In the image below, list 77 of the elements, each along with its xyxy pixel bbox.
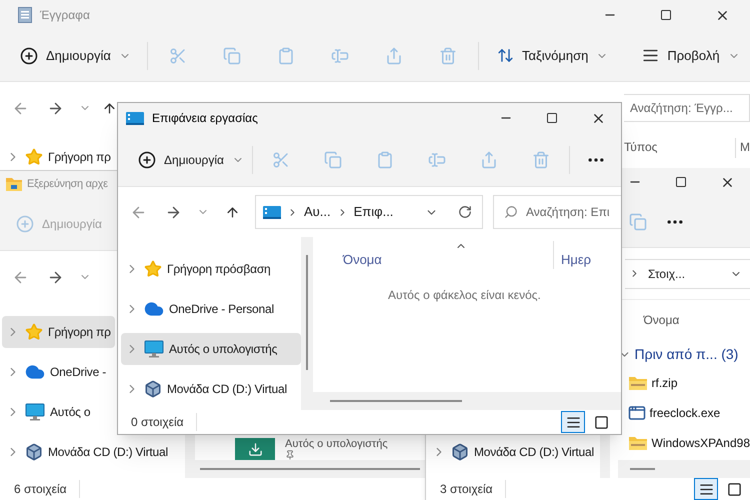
empty-folder-message: Αυτός ο φάκελος είναι κενός. — [388, 288, 541, 302]
refresh-icon[interactable] — [458, 205, 472, 219]
address-field[interactable]: Στοιχ... — [625, 258, 750, 288]
cube-icon — [451, 443, 469, 461]
address-field[interactable]: Αυ... Επιφ... — [255, 195, 483, 229]
plus-circle-icon — [16, 214, 34, 232]
pin-icon — [285, 450, 295, 460]
scrollbar-thumb[interactable] — [200, 468, 420, 470]
status-text: 3 στοιχεία — [440, 480, 506, 498]
status-text: 6 στοιχεία — [14, 480, 80, 498]
column-header[interactable]: Όνομα — [313, 237, 553, 273]
scrollbar-track — [600, 435, 610, 478]
nav-tree-item[interactable]: Γρήγορη πρ — [2, 147, 115, 167]
window-title: Επιφάνεια εργασίας — [152, 110, 258, 127]
nav-tree-item[interactable]: Γρήγορη πρ — [2, 316, 115, 348]
square-icon — [594, 414, 608, 430]
list-lines-icon — [698, 482, 714, 496]
square-icon — [726, 482, 742, 496]
maximize-icon[interactable] — [660, 9, 672, 21]
download-tile[interactable] — [235, 438, 275, 460]
breadcrumb[interactable]: Αυ... — [304, 202, 331, 222]
file-row[interactable]: rf.zip — [618, 368, 750, 398]
folder-icon — [6, 177, 22, 191]
window-title: Εξερεύνηση αρχε — [27, 176, 108, 192]
search-field[interactable]: Αναζήτηση: Επι — [493, 195, 621, 229]
scrollbar-thumb[interactable] — [306, 255, 308, 370]
search-field[interactable]: Αναζήτηση: Έγγρ... — [624, 94, 750, 122]
zip-folder-icon — [628, 375, 648, 391]
nav-tree-item[interactable]: OneDrive - Personal — [121, 293, 301, 325]
star-icon — [25, 148, 43, 166]
window-title: Έγγραφα — [40, 7, 90, 24]
nav-tree-item[interactable]: Αυτός ο — [2, 396, 115, 428]
star-icon — [144, 260, 162, 278]
column-header[interactable]: Όνομα — [644, 311, 680, 329]
nav-tree-item[interactable]: Αυτός ο υπολογιστής — [121, 333, 301, 365]
group-header[interactable]: Πριν από π... (3) — [618, 340, 750, 368]
nav-tree-item[interactable]: Μονάδα CD (D:) Virtual — [121, 373, 301, 405]
zip-folder-icon — [628, 435, 648, 451]
nav-tree-item[interactable]: Μονάδα CD (D:) Virtual — [428, 436, 594, 468]
new-button[interactable]: Δημιουργία — [16, 40, 135, 72]
monitor-icon — [25, 403, 45, 421]
download-icon — [248, 442, 262, 456]
plus-circle-icon — [138, 150, 156, 168]
nav-tree-item[interactable]: OneDrive - — [2, 356, 115, 388]
search-icon — [504, 205, 518, 219]
monitor-icon — [144, 340, 164, 358]
column-header[interactable]: Ημερ — [554, 237, 621, 273]
breadcrumb[interactable]: Επιφ... — [354, 202, 394, 222]
details-view-button[interactable] — [694, 478, 718, 500]
status-text: 0 στοιχεία — [131, 413, 197, 431]
file-row[interactable]: freeclock.exe — [618, 398, 750, 428]
sort-icon — [496, 47, 514, 64]
star-icon — [25, 323, 43, 341]
file-row[interactable]: WindowsXPAnd98 — [618, 428, 750, 458]
view-button[interactable]: Προβολή — [634, 40, 748, 72]
plus-circle-icon — [20, 46, 38, 64]
column-header[interactable]: M — [740, 138, 750, 156]
nav-tree-item[interactable]: Μονάδα CD (D:) Virtual — [2, 436, 168, 468]
view-icon — [642, 47, 660, 64]
scrollbar-thumb[interactable] — [330, 400, 462, 402]
nav-tree-item[interactable]: Γρήγορη πρόσβαση — [121, 253, 301, 285]
desktop-icon — [126, 112, 144, 124]
column-header[interactable]: Τύπος — [624, 138, 735, 156]
breadcrumb[interactable]: Στοιχ... — [648, 264, 686, 282]
maximize-icon[interactable] — [675, 176, 687, 188]
list-lines-icon — [566, 414, 580, 430]
cube-icon — [144, 380, 162, 398]
sort-button[interactable]: Ταξινόμηση — [488, 40, 616, 72]
cube-icon — [25, 443, 43, 461]
document-icon — [18, 7, 32, 23]
new-button[interactable]: Δημιουργία — [134, 144, 248, 176]
scrollbar-thumb[interactable] — [630, 468, 654, 470]
tile-label: Αυτός ο υπολογιστής — [285, 438, 388, 450]
details-view-button[interactable] — [561, 411, 585, 433]
desktop-icon — [263, 206, 281, 218]
installer-icon — [628, 404, 646, 422]
maximize-icon[interactable] — [546, 112, 558, 124]
